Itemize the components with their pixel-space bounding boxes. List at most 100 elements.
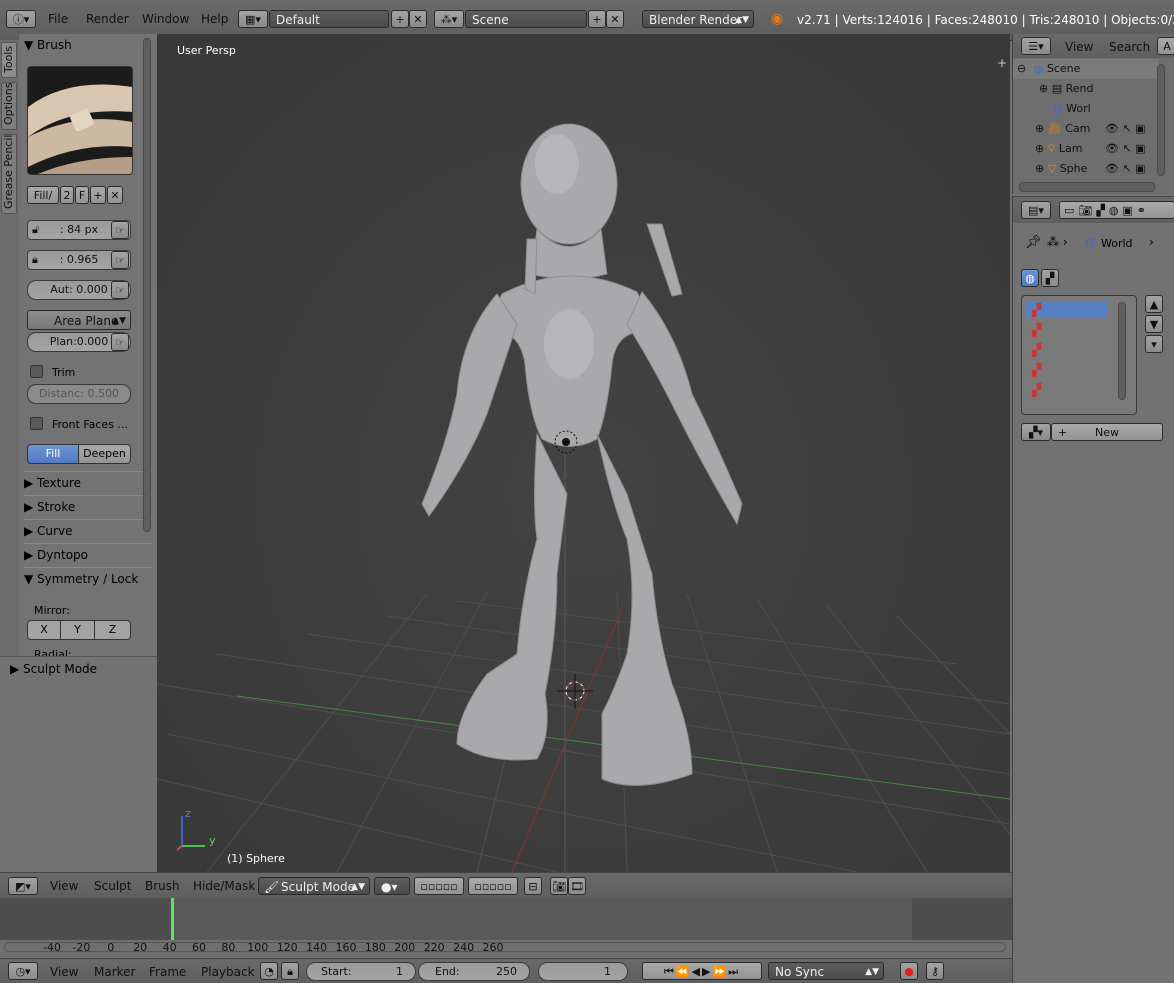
scene-field[interactable]: Scene — [465, 10, 587, 28]
properties-context-tabs[interactable]: ▭📷︎▞◍▣⚭ — [1059, 201, 1174, 219]
tab-tools[interactable]: Tools — [1, 42, 17, 78]
visibility-icons[interactable]: 👁︎ ↖ ▣ — [1105, 119, 1146, 139]
preview-range-icon[interactable]: ◔ — [260, 962, 278, 980]
brush-preview[interactable] — [27, 66, 133, 175]
menu-view[interactable]: View — [50, 879, 78, 893]
world-preview-toggle-icon[interactable]: ◍ — [1021, 269, 1039, 287]
outliner-row-render[interactable]: ⊕ ▤ Rend — [1013, 79, 1174, 99]
editor-type-info-icon[interactable]: ⓘ▾ — [6, 10, 36, 28]
delete-screen-icon[interactable]: ✕ — [409, 10, 427, 28]
slot-specials-icon[interactable]: ▾ — [1145, 335, 1163, 353]
outliner-menu-search[interactable]: Search — [1109, 40, 1150, 54]
brush-fake-user[interactable]: F — [75, 186, 89, 204]
menu-help[interactable]: Help — [201, 12, 228, 26]
brush-name-field[interactable]: Fill/ — [27, 186, 59, 204]
tab-options[interactable]: Options — [1, 82, 17, 130]
outliner-row-sphere[interactable]: ⊕ ▽ Sphe 👁︎ ↖ ▣ — [1013, 159, 1174, 179]
render-anim-icon[interactable]: 🎞︎ — [568, 877, 586, 895]
brush-panel-header[interactable]: ▼ Brush — [24, 34, 152, 56]
menu-file[interactable]: File — [48, 12, 68, 26]
move-slot-up-icon[interactable]: ▲ — [1145, 295, 1163, 313]
outliner-scrollbar[interactable] — [1157, 64, 1165, 176]
delete-brush-icon[interactable]: ✕ — [107, 186, 123, 204]
screen-layout-icon[interactable]: ▦▾ — [238, 10, 268, 28]
end-frame-field[interactable]: End: 250 — [418, 962, 530, 981]
keying-set-icon[interactable]: ⚷ — [926, 962, 944, 980]
render-camera-icon[interactable]: 📷︎ — [550, 877, 568, 895]
editor-type-outliner-icon[interactable]: ☰▾ — [1021, 37, 1051, 55]
sculpt-plane-select[interactable]: Area Plane ▲▼ — [27, 310, 131, 330]
timeline[interactable]: -40 -20 0 20 40 60 80 100 120 140 160 180 200 220 240 2… — [0, 898, 1012, 958]
trim-checkbox[interactable] — [30, 365, 43, 378]
screen-layout-field[interactable]: Default — [269, 10, 389, 28]
editor-type-timeline-icon[interactable]: ◷▾ — [8, 962, 38, 980]
dyntopo-panel-header[interactable]: ▶ Dyntopo — [24, 543, 152, 566]
toolshelf-scrollbar[interactable] — [143, 38, 151, 532]
brush-users-count[interactable]: 2 — [60, 186, 74, 204]
texture-browse-icon[interactable]: ▞▾ — [1021, 423, 1051, 441]
pressure-radius-icon[interactable]: ☞ — [111, 221, 129, 239]
move-slot-down-icon[interactable]: ▼ — [1145, 315, 1163, 333]
outliner-row-scene[interactable]: ⊖ ◍ Scene — [1013, 59, 1159, 79]
tab-grease-pencil[interactable]: Grease Pencil — [1, 134, 17, 214]
editor-type-3d-icon[interactable]: ◩▾ — [8, 877, 38, 895]
mirror-y-toggle[interactable]: Y — [60, 620, 95, 640]
3d-viewport[interactable]: User Persp + y z (1) Sphere — [157, 34, 1010, 872]
add-brush-icon[interactable]: + — [90, 186, 106, 204]
menu-hide-mask[interactable]: Hide/Mask — [193, 879, 255, 893]
display-mode-select[interactable]: A — [1157, 37, 1174, 55]
lock-layers-icon[interactable]: ⊟ — [524, 877, 542, 895]
new-texture-button[interactable]: + New — [1051, 423, 1163, 441]
texture-preview-toggle-icon[interactable]: ▞ — [1041, 269, 1059, 287]
layer-buttons-1[interactable]: ▫▫▫▫▫ — [414, 877, 464, 895]
scene-icon[interactable]: ⁂▾ — [434, 10, 464, 28]
editor-type-properties-icon[interactable]: ▤▾ — [1021, 201, 1051, 219]
deepen-toggle[interactable]: Deepen — [78, 444, 131, 464]
timeline-track[interactable] — [0, 898, 1012, 940]
current-frame-field[interactable]: 1 — [538, 962, 628, 981]
add-screen-icon[interactable]: + — [391, 10, 409, 28]
current-frame-marker[interactable] — [171, 898, 174, 940]
lock-time-icon[interactable]: 🔒︎ — [281, 962, 299, 980]
outliner-menu-view[interactable]: View — [1065, 40, 1093, 54]
menu-timeline-view[interactable]: View — [50, 965, 78, 979]
trim-distance-field[interactable]: Distanc: 0.500 — [27, 384, 131, 404]
visibility-icons[interactable]: 👁︎ ↖ ▣ — [1105, 159, 1146, 179]
mirror-x-toggle[interactable]: X — [27, 620, 61, 640]
add-scene-icon[interactable]: + — [588, 10, 606, 28]
pressure-offset-icon[interactable]: ☞ — [111, 333, 129, 351]
menu-marker[interactable]: Marker — [94, 965, 135, 979]
pressure-strength-icon[interactable]: ☞ — [111, 251, 129, 269]
stroke-panel-header[interactable]: ▶ Stroke — [24, 495, 152, 518]
visibility-icons[interactable]: 👁︎ ↖ ▣ — [1105, 139, 1146, 159]
delete-scene-icon[interactable]: ✕ — [606, 10, 624, 28]
menu-frame[interactable]: Frame — [149, 965, 186, 979]
start-frame-field[interactable]: Start: 1 — [306, 962, 416, 981]
texture-panel-header[interactable]: ▶ Texture — [24, 471, 152, 494]
outliner-row-lamp[interactable]: ⊕ 💡︎ Lam 👁︎ ↖ ▣ — [1013, 139, 1174, 159]
auto-keyframe-icon[interactable]: ● — [900, 962, 918, 980]
menu-window[interactable]: Window — [142, 12, 189, 26]
outliner-row-world[interactable]: ◍ Worl — [1013, 99, 1174, 119]
operator-panel-header[interactable]: ▶ Sculpt Mode — [10, 662, 97, 676]
fill-toggle[interactable]: Fill — [27, 444, 79, 464]
menu-render[interactable]: Render — [86, 12, 129, 26]
slot-list-scrollbar[interactable] — [1118, 302, 1126, 400]
render-engine-select[interactable]: Blender Render ▲▼ — [642, 10, 754, 28]
layer-buttons-2[interactable]: ▫▫▫▫▫ — [468, 877, 518, 895]
symmetry-panel-header[interactable]: ▼ Symmetry / Lock — [24, 567, 152, 590]
outliner-row-camera[interactable]: ⊕ 🎥︎ Cam 👁︎ ↖ ▣ — [1013, 119, 1174, 139]
mirror-z-toggle[interactable]: Z — [94, 620, 131, 640]
timeline-scrollbar[interactable] — [4, 942, 1006, 952]
pressure-autosmooth-icon[interactable]: ☞ — [111, 281, 129, 299]
mode-select[interactable]: 🖌︎ Sculpt Mode ▲▼ — [258, 877, 370, 895]
playback-controls[interactable]: ⏮⏪◀▶⏩⏭ — [642, 962, 762, 980]
menu-brush[interactable]: Brush — [145, 879, 180, 893]
texture-slot-list[interactable]: ▞ ▞ ▞ ▞ ▞ — [1021, 295, 1137, 415]
viewport-shading-select[interactable]: ●▾ — [374, 877, 410, 895]
sync-mode-select[interactable]: No Sync ▲▼ — [768, 962, 884, 980]
outliner-h-scrollbar[interactable] — [1019, 182, 1155, 192]
curve-panel-header[interactable]: ▶ Curve — [24, 519, 152, 542]
pin-icon[interactable]: 📌︎ — [1025, 235, 1042, 250]
menu-playback[interactable]: Playback — [201, 965, 255, 979]
